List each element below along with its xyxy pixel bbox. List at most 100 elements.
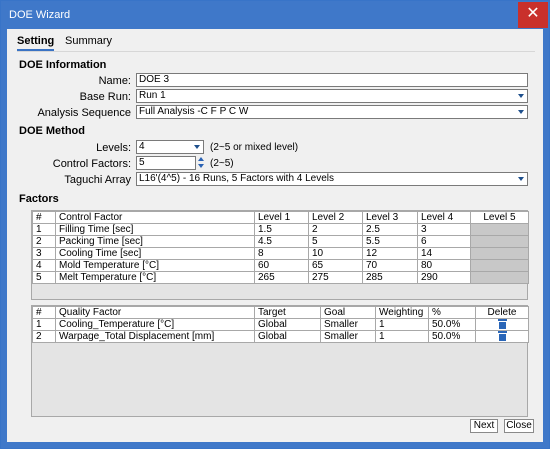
control-factor-cell[interactable]: Packing Time [sec] bbox=[55, 235, 255, 248]
levels-value: 4 bbox=[139, 141, 145, 152]
level-4-cell[interactable]: 80 bbox=[417, 259, 471, 272]
chevron-down-icon[interactable] bbox=[516, 91, 526, 101]
col-header-level-4: Level 4 bbox=[417, 211, 471, 224]
chevron-down-icon[interactable] bbox=[516, 174, 526, 184]
level-5-cell bbox=[470, 271, 529, 284]
level-1-cell[interactable]: 60 bbox=[254, 259, 309, 272]
factors-heading: Factors bbox=[19, 193, 59, 205]
level-4-cell[interactable]: 14 bbox=[417, 247, 471, 260]
levels-hint: (2~5 or mixed level) bbox=[210, 142, 299, 153]
control-factor-table-panel: # Control Factor Level 1 Level 2 Level 3… bbox=[31, 210, 529, 300]
control-factor-cell[interactable]: Melt Temperature [°C] bbox=[55, 271, 255, 284]
target-cell[interactable]: Global bbox=[254, 330, 321, 343]
col-header-control-factor: Control Factor bbox=[55, 211, 255, 224]
table-row[interactable]: 2 Warpage_Total Displacement [mm] Global… bbox=[32, 330, 529, 343]
taguchi-array-select[interactable]: L16'(4^5) - 16 Runs, 5 Factors with 4 Le… bbox=[136, 172, 528, 186]
level-3-cell[interactable]: 12 bbox=[362, 247, 418, 260]
level-3-cell[interactable]: 285 bbox=[362, 271, 418, 284]
level-3-cell[interactable]: 70 bbox=[362, 259, 418, 272]
control-factor-cell[interactable]: Cooling Time [sec] bbox=[55, 247, 255, 260]
taguchi-array-value: L16'(4^5) - 16 Runs, 5 Factors with 4 Le… bbox=[139, 173, 335, 184]
control-factor-header-row: # Control Factor Level 1 Level 2 Level 3… bbox=[32, 211, 529, 224]
chevron-down-icon[interactable] bbox=[516, 107, 526, 117]
control-factors-stepper[interactable] bbox=[197, 156, 205, 170]
base-run-value: Run 1 bbox=[139, 90, 166, 101]
dialog-body: Setting Summary DOE Information Name: DO… bbox=[7, 29, 543, 442]
levels-select[interactable]: 4 bbox=[136, 140, 204, 154]
level-1-cell[interactable]: 8 bbox=[254, 247, 309, 260]
level-1-cell[interactable]: 1.5 bbox=[254, 223, 309, 236]
analysis-sequence-select[interactable]: Full Analysis -C F P C W bbox=[136, 105, 528, 119]
col-header-percent: % bbox=[428, 306, 476, 319]
row-index: 1 bbox=[32, 223, 56, 236]
taguchi-array-label: Taguchi Array bbox=[64, 174, 131, 186]
tab-summary[interactable]: Summary bbox=[65, 35, 112, 47]
next-button[interactable]: Next bbox=[470, 419, 498, 433]
col-header-index: # bbox=[32, 306, 56, 319]
level-4-cell[interactable]: 6 bbox=[417, 235, 471, 248]
table-row[interactable]: 1 Cooling_Temperature [°C] Global Smalle… bbox=[32, 318, 529, 331]
table-row[interactable]: 1 Filling Time [sec] 1.5 2 2.5 3 bbox=[32, 223, 529, 236]
table-row[interactable]: 4 Mold Temperature [°C] 60 65 70 80 bbox=[32, 259, 529, 272]
level-1-cell[interactable]: 4.5 bbox=[254, 235, 309, 248]
level-2-cell[interactable]: 275 bbox=[308, 271, 363, 284]
level-4-cell[interactable]: 290 bbox=[417, 271, 471, 284]
goal-cell[interactable]: Smaller bbox=[320, 330, 376, 343]
col-header-level-2: Level 2 bbox=[308, 211, 363, 224]
close-button[interactable]: Close bbox=[504, 419, 534, 433]
level-1-cell[interactable]: 265 bbox=[254, 271, 309, 284]
analysis-sequence-label: Analysis Sequence bbox=[37, 107, 131, 119]
col-header-target: Target bbox=[254, 306, 321, 319]
tab-setting[interactable]: Setting bbox=[17, 35, 55, 51]
control-factors-label: Control Factors: bbox=[52, 158, 131, 170]
level-5-cell bbox=[470, 235, 529, 248]
chevron-up-icon[interactable] bbox=[197, 156, 205, 163]
row-index: 2 bbox=[32, 235, 56, 248]
level-3-cell[interactable]: 5.5 bbox=[362, 235, 418, 248]
weighting-cell[interactable]: 1 bbox=[375, 318, 429, 331]
col-header-delete: Delete bbox=[475, 306, 529, 319]
chevron-down-icon[interactable] bbox=[197, 163, 205, 170]
levels-label: Levels: bbox=[96, 142, 131, 154]
level-3-cell[interactable]: 2.5 bbox=[362, 223, 418, 236]
row-index: 3 bbox=[32, 247, 56, 260]
doe-wizard-window: DOE Wizard ✕ Setting Summary DOE Informa… bbox=[0, 0, 550, 449]
control-factor-cell[interactable]: Mold Temperature [°C] bbox=[55, 259, 255, 272]
table-row[interactable]: 2 Packing Time [sec] 4.5 5 5.5 6 bbox=[32, 235, 529, 248]
level-2-cell[interactable]: 2 bbox=[308, 223, 363, 236]
col-header-weighting: Weighting bbox=[375, 306, 429, 319]
row-index: 4 bbox=[32, 259, 56, 272]
level-5-cell bbox=[470, 259, 529, 272]
col-header-index: # bbox=[32, 211, 56, 224]
col-header-goal: Goal bbox=[320, 306, 376, 319]
goal-cell[interactable]: Smaller bbox=[320, 318, 376, 331]
close-window-button[interactable]: ✕ bbox=[518, 2, 548, 28]
control-factor-cell[interactable]: Filling Time [sec] bbox=[55, 223, 255, 236]
target-cell[interactable]: Global bbox=[254, 318, 321, 331]
trash-icon[interactable] bbox=[497, 331, 507, 342]
table-row[interactable]: 5 Melt Temperature [°C] 265 275 285 290 bbox=[32, 271, 529, 284]
delete-cell[interactable] bbox=[475, 318, 529, 331]
level-2-cell[interactable]: 10 bbox=[308, 247, 363, 260]
title-bar[interactable]: DOE Wizard ✕ bbox=[1, 1, 549, 29]
name-input[interactable]: DOE 3 bbox=[136, 73, 528, 87]
quality-factor-table: # Quality Factor Target Goal Weighting %… bbox=[32, 306, 529, 343]
percent-cell: 50.0% bbox=[428, 318, 476, 331]
table-row[interactable]: 3 Cooling Time [sec] 8 10 12 14 bbox=[32, 247, 529, 260]
quality-factor-cell[interactable]: Warpage_Total Displacement [mm] bbox=[55, 330, 255, 343]
chevron-down-icon[interactable] bbox=[192, 142, 202, 152]
control-factor-table: # Control Factor Level 1 Level 2 Level 3… bbox=[32, 211, 529, 284]
doe-information-heading: DOE Information bbox=[19, 59, 107, 71]
control-factors-input[interactable]: 5 bbox=[136, 156, 196, 170]
analysis-sequence-value: Full Analysis -C F P C W bbox=[139, 106, 249, 117]
weighting-cell[interactable]: 1 bbox=[375, 330, 429, 343]
level-2-cell[interactable]: 65 bbox=[308, 259, 363, 272]
base-run-select[interactable]: Run 1 bbox=[136, 89, 528, 103]
trash-icon[interactable] bbox=[497, 319, 507, 330]
delete-cell[interactable] bbox=[475, 330, 529, 343]
level-2-cell[interactable]: 5 bbox=[308, 235, 363, 248]
level-4-cell[interactable]: 3 bbox=[417, 223, 471, 236]
quality-factor-cell[interactable]: Cooling_Temperature [°C] bbox=[55, 318, 255, 331]
name-label: Name: bbox=[98, 75, 131, 87]
doe-method-heading: DOE Method bbox=[19, 125, 85, 137]
